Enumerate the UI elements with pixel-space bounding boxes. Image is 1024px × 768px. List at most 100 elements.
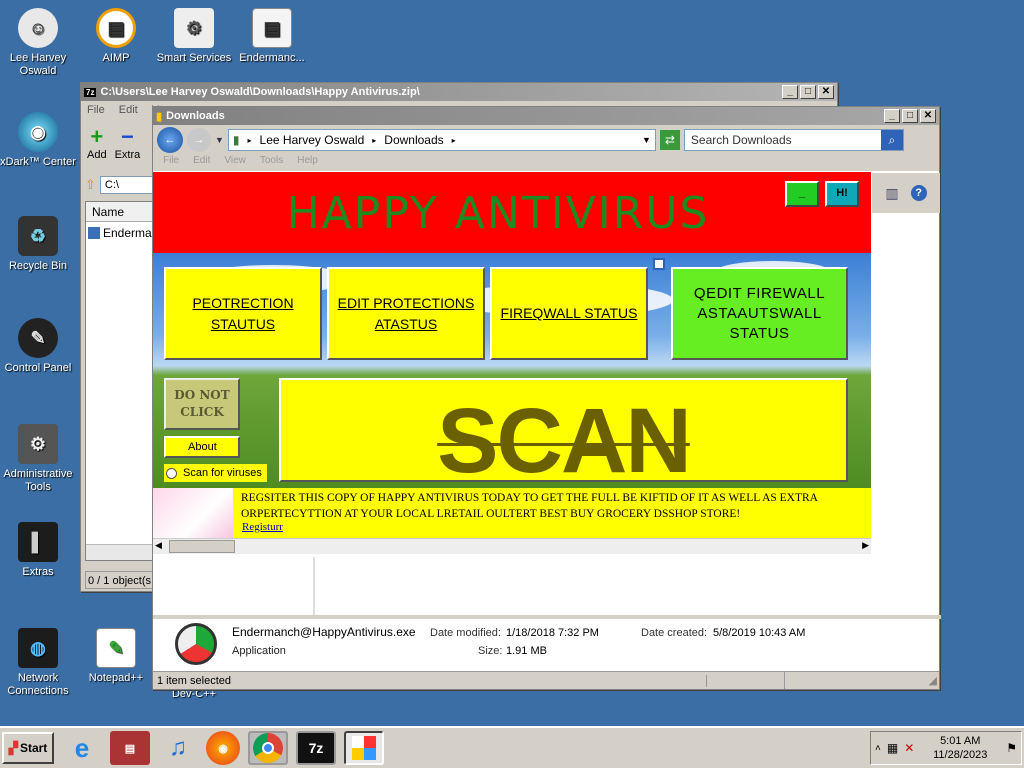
antivirus-logo	[352, 736, 376, 760]
taskbar: ▞ Start e ▤ ♫ ◉ 7z ˄ ▦ ✕ 5:01 AM 11/28/2…	[0, 726, 1024, 768]
taskbar-7zip-icon[interactable]: 7z	[296, 731, 336, 765]
minimize-button[interactable]: _	[782, 85, 798, 99]
history-dropdown-icon[interactable]: ▼	[215, 135, 224, 145]
menu-tools[interactable]: Tools	[260, 155, 283, 171]
about-button[interactable]: About	[164, 436, 240, 458]
tray-expand-icon[interactable]: ˄	[875, 743, 881, 754]
register-link[interactable]: Registurr	[242, 521, 283, 533]
breadcrumb-separator: ▸	[451, 135, 456, 145]
folder-icon: ▌	[18, 522, 58, 562]
user-folder-icon: ☺	[18, 8, 58, 48]
desktop-icon-lee-harvey-oswald[interactable]: ☺ Lee Harvey Oswald	[0, 8, 76, 78]
add-button[interactable]: + Add	[87, 125, 107, 165]
register-text: REGSITER THIS COPY OF HAPPY ANTIVIRUS TO…	[241, 492, 818, 520]
menu-edit[interactable]: Edit	[193, 155, 210, 171]
horizontal-scrollbar[interactable]: ◀ ▶	[153, 538, 871, 554]
close-button[interactable]: ✕	[920, 109, 936, 123]
desktop-icon-label: Smart Services	[156, 52, 232, 64]
desktop-icon-label: AIMP	[102, 52, 130, 64]
scroll-thumb[interactable]	[169, 540, 235, 553]
scan-for-viruses-label: Scan for viruses	[183, 467, 262, 479]
column-header-name[interactable]: Name	[86, 202, 154, 222]
close-button[interactable]: ✕	[818, 85, 834, 99]
menu-edit[interactable]: Edit	[119, 104, 138, 116]
desktop-icon-smart-services[interactable]: ⚙ Smart Services	[156, 8, 232, 65]
desktop-icon-label: Recycle Bin	[8, 260, 68, 272]
forward-button[interactable]: →	[187, 128, 211, 152]
address-dropdown-icon[interactable]: ▼	[642, 135, 651, 145]
7zip-icon: 7z	[84, 87, 97, 97]
minimize-button[interactable]: _	[785, 181, 819, 207]
desktop-icon-notepad-plus-plus[interactable]: ✎ Notepad++	[78, 628, 154, 685]
help-icon[interactable]: ?	[910, 185, 927, 201]
scroll-right-icon[interactable]: ▶	[862, 540, 869, 551]
zip-address-input[interactable]: C:\	[99, 176, 155, 194]
edit-protections-button[interactable]: EDIT PROTECTIONS ATASTUS	[327, 267, 485, 360]
menu-view[interactable]: View	[224, 155, 246, 171]
network-tray-icon[interactable]: ▦	[887, 741, 898, 755]
status-bar: 1 item selected ◢	[153, 671, 939, 689]
happy-antivirus-window: HAPPY ANTIVIRUS _ H! PEOTRECTION STAUTUS…	[153, 172, 871, 554]
desktop-icon-recycle-bin[interactable]: ♻ Recycle Bin	[0, 216, 76, 273]
desktop-icon-aimp[interactable]: ▤ AIMP	[78, 8, 154, 65]
scan-for-viruses-option[interactable]: Scan for viruses	[164, 464, 267, 482]
extract-button[interactable]: − Extra	[115, 125, 141, 165]
taskbar-firefox-icon[interactable]: ◉	[206, 731, 240, 765]
preview-pane-icon[interactable]: ▥	[885, 185, 898, 202]
clock[interactable]: 5:01 AM 11/28/2023	[920, 734, 1000, 762]
search-input[interactable]: Search Downloads	[691, 133, 881, 147]
radio-button[interactable]	[166, 467, 177, 479]
menu-file[interactable]: File	[163, 155, 179, 171]
details-pane: Endermanch@HappyAntivirus.exe Applicatio…	[153, 619, 939, 671]
firewall-status-button[interactable]: FIREQWALL STATUS	[490, 267, 648, 360]
scan-label: SCAN	[437, 389, 692, 482]
taskbar-chrome-icon[interactable]	[248, 731, 288, 765]
desktop-icon-control-panel[interactable]: ✎ Control Panel	[0, 318, 76, 375]
do-not-click-button[interactable]: DO NOT CLICK	[164, 378, 240, 430]
windows-logo-icon: ▞	[8, 741, 18, 755]
action-center-flag-icon[interactable]: ⚑	[1006, 741, 1017, 755]
resize-grip-icon[interactable]: ◢	[929, 674, 937, 687]
help-button[interactable]: H!	[825, 181, 859, 207]
scan-button[interactable]: SCAN	[279, 378, 848, 482]
desktop-icon-label: Control Panel	[4, 362, 72, 374]
recycle-bin-icon: ♻	[18, 216, 58, 256]
scroll-left-icon[interactable]: ◀	[155, 540, 162, 551]
downloads-titlebar: ▮ Downloads _ □ ✕	[153, 107, 939, 125]
small-checkbox[interactable]	[653, 258, 665, 270]
breadcrumb-item-downloads[interactable]: Downloads	[384, 133, 443, 147]
antivirus-title: HAPPY ANTIVIRUS	[286, 188, 710, 239]
up-folder-icon[interactable]: ⇧	[85, 177, 96, 193]
menu-help[interactable]: Help	[297, 155, 318, 171]
breadcrumb-item-user[interactable]: Lee Harvey Oswald	[260, 133, 365, 147]
desktop-icon-endermanch[interactable]: ▤ Endermanc...	[234, 8, 310, 65]
back-button[interactable]: ←	[157, 127, 183, 153]
volume-muted-icon[interactable]: ✕	[904, 741, 914, 755]
clock-date: 11/28/2023	[933, 749, 988, 761]
desktop-icon-network-connections[interactable]: ◍ Network Connections	[0, 628, 76, 698]
desktop-icon-label: Lee Harvey Oswald	[9, 52, 67, 77]
explorer-menubar: File Edit View Tools Help	[153, 155, 939, 171]
taskbar-archive-icon[interactable]: ▤	[110, 731, 150, 765]
network-icon: ◍	[18, 628, 58, 668]
taskbar-happy-antivirus-icon[interactable]	[344, 731, 384, 765]
taskbar-ie-icon[interactable]: e	[62, 731, 102, 765]
refresh-button[interactable]: ⇄	[659, 130, 680, 150]
admin-tools-icon: ⚙	[18, 424, 58, 464]
minimize-button[interactable]: _	[884, 109, 900, 123]
protection-status-button[interactable]: PEOTRECTION STAUTUS	[164, 267, 322, 360]
start-button[interactable]: ▞ Start	[2, 732, 54, 764]
search-box[interactable]: Search Downloads ⌕	[683, 129, 904, 151]
list-item[interactable]: Enderma	[86, 222, 154, 244]
desktop-icon-administrative-tools[interactable]: ⚙ Administrative Tools	[0, 424, 76, 494]
status-cell	[707, 672, 785, 689]
menu-file[interactable]: File	[87, 104, 105, 116]
maximize-button[interactable]: □	[800, 85, 816, 99]
desktop-icon-extras[interactable]: ▌ Extras	[0, 522, 76, 579]
search-icon[interactable]: ⌕	[880, 130, 903, 150]
taskbar-music-icon[interactable]: ♫	[158, 731, 198, 765]
maximize-button[interactable]: □	[902, 109, 918, 123]
qedit-firewall-button[interactable]: QEDIT FIREWALL ASTAAUTSWALL STATUS	[671, 267, 848, 360]
desktop-icon-xdark-center[interactable]: ◉ xDark™ Center	[0, 112, 76, 169]
horizontal-scrollbar[interactable]	[86, 544, 154, 560]
